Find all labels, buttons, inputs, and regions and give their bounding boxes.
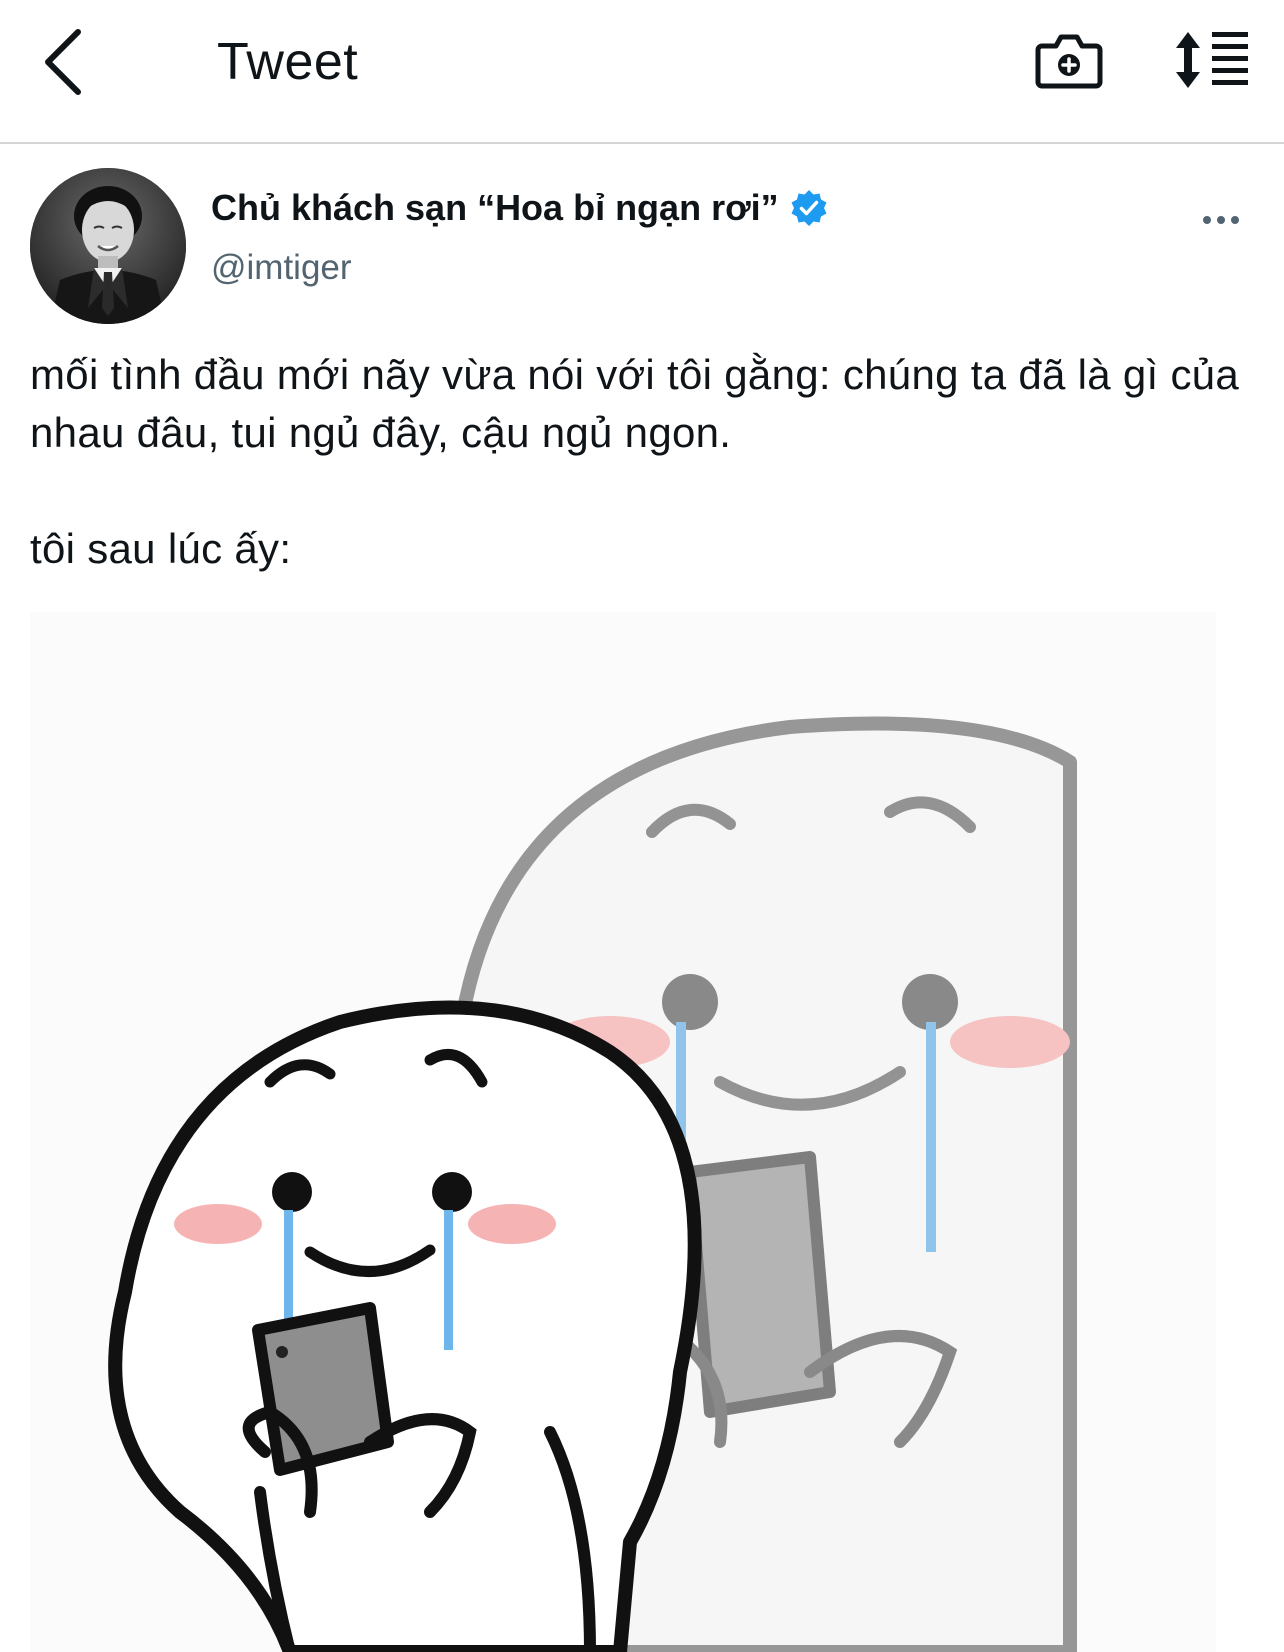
sort-button[interactable] bbox=[1172, 26, 1252, 96]
crying-meme-icon bbox=[30, 612, 1216, 1652]
display-name: Chủ khách sạn “Hoa bỉ ngạn rơi” bbox=[211, 187, 779, 228]
avatar[interactable] bbox=[30, 168, 186, 324]
chevron-left-icon bbox=[45, 29, 81, 95]
user-handle[interactable]: @imtiger bbox=[211, 248, 352, 288]
tweet-text: mối tình đầu mới nãy vừa nói với tôi gằn… bbox=[30, 351, 1240, 572]
tweet-media-image[interactable] bbox=[30, 612, 1216, 1652]
page-title: Tweet bbox=[217, 33, 359, 91]
sort-list-icon bbox=[1176, 32, 1248, 88]
profile-photo-icon bbox=[30, 168, 186, 324]
more-options-button[interactable] bbox=[1196, 196, 1246, 244]
camera-button[interactable] bbox=[1034, 26, 1104, 96]
verified-badge-icon bbox=[791, 190, 827, 226]
camera-plus-icon bbox=[1035, 34, 1103, 89]
display-name-row[interactable]: Chủ khách sạn “Hoa bỉ ngạn rơi” bbox=[211, 184, 829, 232]
top-bar: Tweet bbox=[0, 0, 1284, 144]
back-button[interactable] bbox=[30, 22, 110, 102]
more-horizontal-icon bbox=[1203, 216, 1239, 224]
